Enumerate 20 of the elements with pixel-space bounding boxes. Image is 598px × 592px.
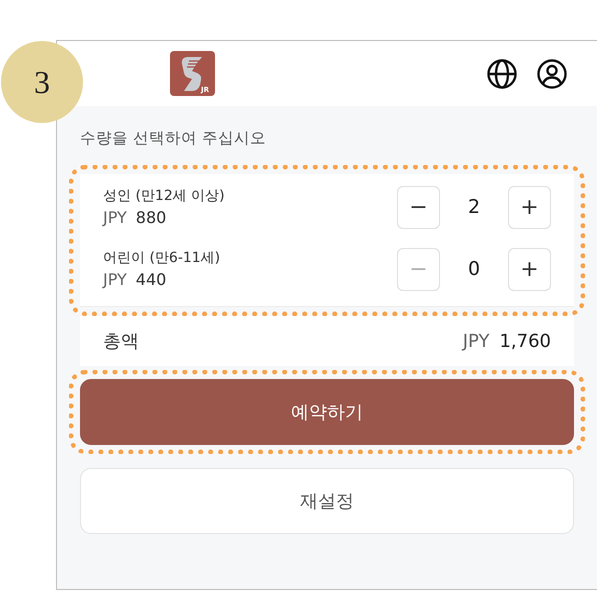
- currency-label: JPY: [462, 330, 490, 352]
- price-value: 880: [136, 208, 166, 227]
- instruction-text: 수량을 선택하여 주십시오: [80, 128, 267, 149]
- minus-button[interactable]: −: [397, 186, 440, 228]
- step-badge: 3: [1, 41, 83, 123]
- passenger-label: 어린이 (만6-11세): [103, 249, 222, 267]
- total-amount: 1,760: [499, 330, 551, 352]
- plus-button[interactable]: +: [508, 248, 551, 290]
- quantity-value: 2: [466, 196, 482, 218]
- currency-label: JPY: [103, 270, 127, 289]
- reset-button[interactable]: 재설정: [80, 468, 574, 534]
- user-icon[interactable]: [536, 58, 568, 90]
- total-label: 총액: [103, 330, 140, 353]
- plus-button[interactable]: +: [508, 186, 551, 228]
- currency-label: JPY: [103, 208, 127, 227]
- passenger-label: 성인 (만12세 이상): [103, 187, 226, 205]
- globe-icon[interactable]: [486, 58, 518, 90]
- quantity-value: 0: [466, 258, 482, 280]
- price-value: 440: [136, 270, 166, 289]
- reserve-button[interactable]: 예약하기: [80, 379, 574, 445]
